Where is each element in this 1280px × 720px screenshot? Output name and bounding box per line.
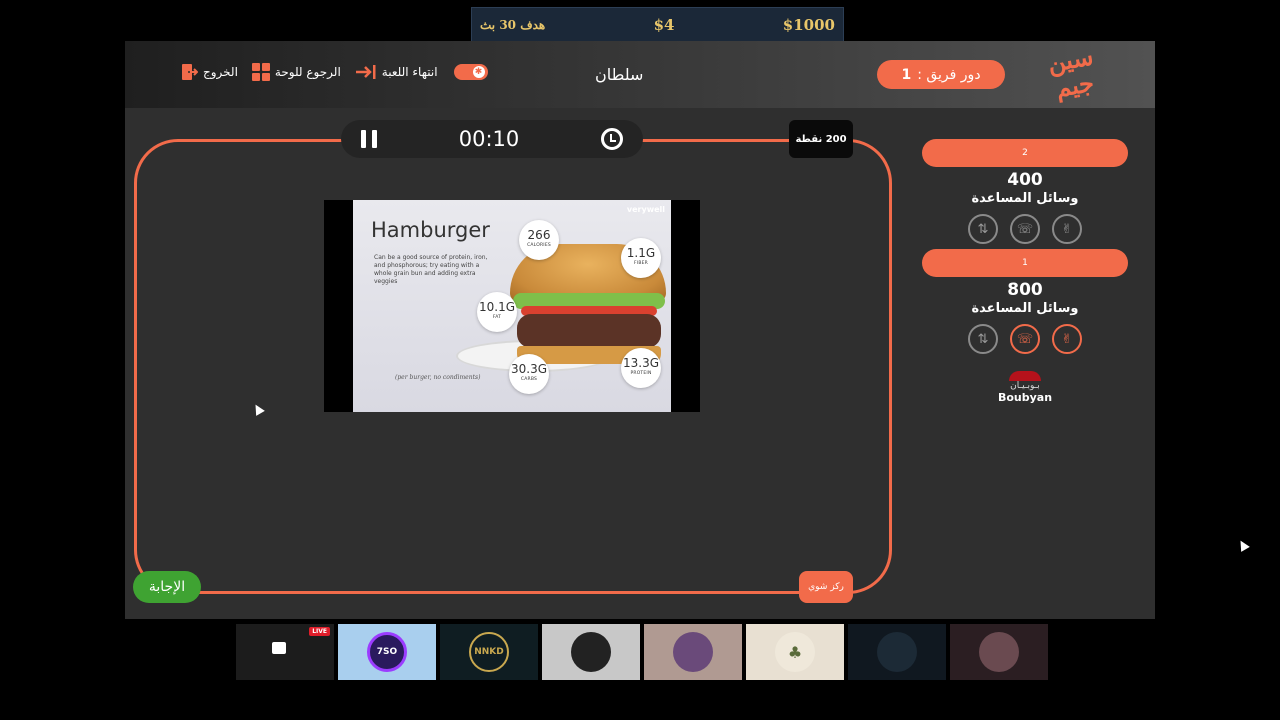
stream-thumbnails: LIVE 7SO NNKD ♣: [236, 624, 1048, 680]
monitor-icon: [272, 642, 286, 654]
palm-icon: ♣: [775, 632, 815, 672]
live-badge: LIVE: [309, 627, 330, 636]
thumb-avatar: [571, 632, 611, 672]
grid-icon: [251, 63, 270, 81]
end-game-button[interactable]: انتهاء اللعبة: [355, 63, 438, 81]
turn-label: دور فريق :: [917, 66, 981, 83]
timer-bar: 00:10: [341, 120, 643, 158]
team-name: 2: [922, 139, 1128, 167]
thumb-avatar: [877, 632, 917, 672]
patty-shape: [517, 314, 661, 348]
thumb-logo: 7SO: [367, 632, 407, 672]
header-actions: الخروج الرجوع للوحة انتهاء اللعبة ✱: [180, 63, 488, 81]
stream-thumb-1[interactable]: LIVE: [236, 624, 334, 680]
team-name: 1: [922, 249, 1128, 277]
exit-door-icon: [182, 64, 198, 80]
stream-thumb-4[interactable]: [542, 624, 640, 680]
exit-button[interactable]: الخروج: [180, 63, 238, 81]
image-note: (per burger, no condiments): [395, 374, 481, 381]
exit-label: الخروج: [203, 65, 238, 79]
team-aids-label: وسائل المساعدة: [971, 191, 1079, 206]
reset-timer-icon[interactable]: [601, 128, 623, 150]
nutrient-badge: 10.1G FAT: [477, 292, 517, 332]
team-aids-label: وسائل المساعدة: [971, 301, 1079, 316]
hamburger-infographic: Hamburger verywell Can be a good source …: [353, 200, 671, 412]
nutrient-value: 13.3G: [622, 356, 660, 370]
nutrient-value: 30.3G: [510, 362, 548, 376]
app-logo: سين جيم: [1039, 41, 1108, 108]
mode-toggle[interactable]: ✱: [453, 64, 488, 80]
nutrient-value: 10.1G: [478, 300, 516, 314]
nutrient-label: FIBER: [634, 261, 648, 266]
thumb-avatar: [979, 632, 1019, 672]
image-description: Can be a good source of protein, iron, a…: [374, 254, 488, 285]
focus-button[interactable]: ركز شوي: [799, 571, 853, 603]
stream-thumb-6[interactable]: ♣: [746, 624, 844, 680]
nutrient-label: PROTEIN: [630, 371, 652, 376]
turn-indicator: دور فريق : 1: [877, 60, 1005, 89]
points-badge: 200 نقطة: [789, 120, 853, 158]
aid-row: ⇅ ☏ ✌: [922, 324, 1128, 354]
player-name: سلطان: [595, 65, 644, 84]
stream-thumb-7[interactable]: [848, 624, 946, 680]
question-image: Hamburger verywell Can be a good source …: [324, 200, 700, 412]
nutrient-label: CARBS: [520, 377, 538, 382]
current-amount: $4: [653, 16, 675, 34]
team-card-1: 1 800 وسائل المساعدة ⇅ ☏ ✌: [922, 249, 1128, 354]
hand-icon[interactable]: ✌: [1052, 214, 1082, 244]
team-score: 800: [1007, 280, 1043, 300]
sponsor-logo: بـوبـيـان Boubyan: [995, 371, 1055, 404]
stream-thumb-8[interactable]: [950, 624, 1048, 680]
arrow-to-bar-icon: [355, 65, 376, 79]
swap-icon[interactable]: ⇅: [968, 214, 998, 244]
prize-amount: $1000: [782, 16, 835, 34]
team-card-2: 2 400 وسائل المساعدة ⇅ ☏ ✌: [922, 139, 1128, 244]
team-score: 400: [1007, 170, 1043, 190]
image-title: Hamburger: [371, 218, 490, 242]
nutrient-label: FAT: [492, 315, 502, 320]
back-to-board-label: الرجوع للوحة: [274, 65, 341, 79]
nutrient-badge: 266 CALORIES: [519, 220, 559, 260]
game-panel: الخروج الرجوع للوحة انتهاء اللعبة ✱ سلطا…: [125, 41, 1155, 619]
swap-icon[interactable]: ⇅: [968, 324, 998, 354]
pause-icon[interactable]: [361, 130, 377, 148]
turn-value: 1: [901, 66, 912, 83]
mouse-cursor-icon: [1236, 538, 1250, 552]
thumb-avatar: [673, 632, 713, 672]
timer-display: 00:10: [458, 127, 520, 151]
end-game-label: انتهاء اللعبة: [381, 65, 438, 79]
thumb-logo: NNKD: [469, 632, 509, 672]
goal-label: هدف 30 بث: [480, 18, 546, 32]
nutrient-badge: 13.3G PROTEIN: [621, 348, 661, 388]
phone-icon[interactable]: ☏: [1010, 214, 1040, 244]
goal-banner: هدف 30 بث $4 $1000: [471, 7, 844, 43]
nutrient-value: 1.1G: [626, 246, 656, 260]
sponsor-arabic: بـوبـيـان: [1010, 381, 1040, 391]
stream-thumb-3[interactable]: NNKD: [440, 624, 538, 680]
stream-thumb-2[interactable]: 7SO: [338, 624, 436, 680]
nutrient-badge: 1.1G FIBER: [621, 238, 661, 278]
game-header: الخروج الرجوع للوحة انتهاء اللعبة ✱ سلطا…: [125, 41, 1155, 108]
aid-row: ⇅ ☏ ✌: [922, 214, 1128, 244]
nutrient-badge: 30.3G CARBS: [509, 354, 549, 394]
hand-icon[interactable]: ✌: [1052, 324, 1082, 354]
answer-button[interactable]: الإجابة: [133, 571, 201, 603]
stream-thumb-5[interactable]: [644, 624, 742, 680]
image-brand: verywell: [626, 205, 665, 214]
nutrient-value: 266: [527, 228, 551, 242]
phone-icon[interactable]: ☏: [1010, 324, 1040, 354]
toggle-knob-icon: ✱: [472, 66, 485, 78]
sponsor-arc-icon: [1009, 371, 1041, 381]
sponsor-english: Boubyan: [997, 391, 1053, 404]
back-to-board-button[interactable]: الرجوع للوحة: [251, 63, 341, 81]
nutrient-label: CALORIES: [527, 243, 551, 248]
